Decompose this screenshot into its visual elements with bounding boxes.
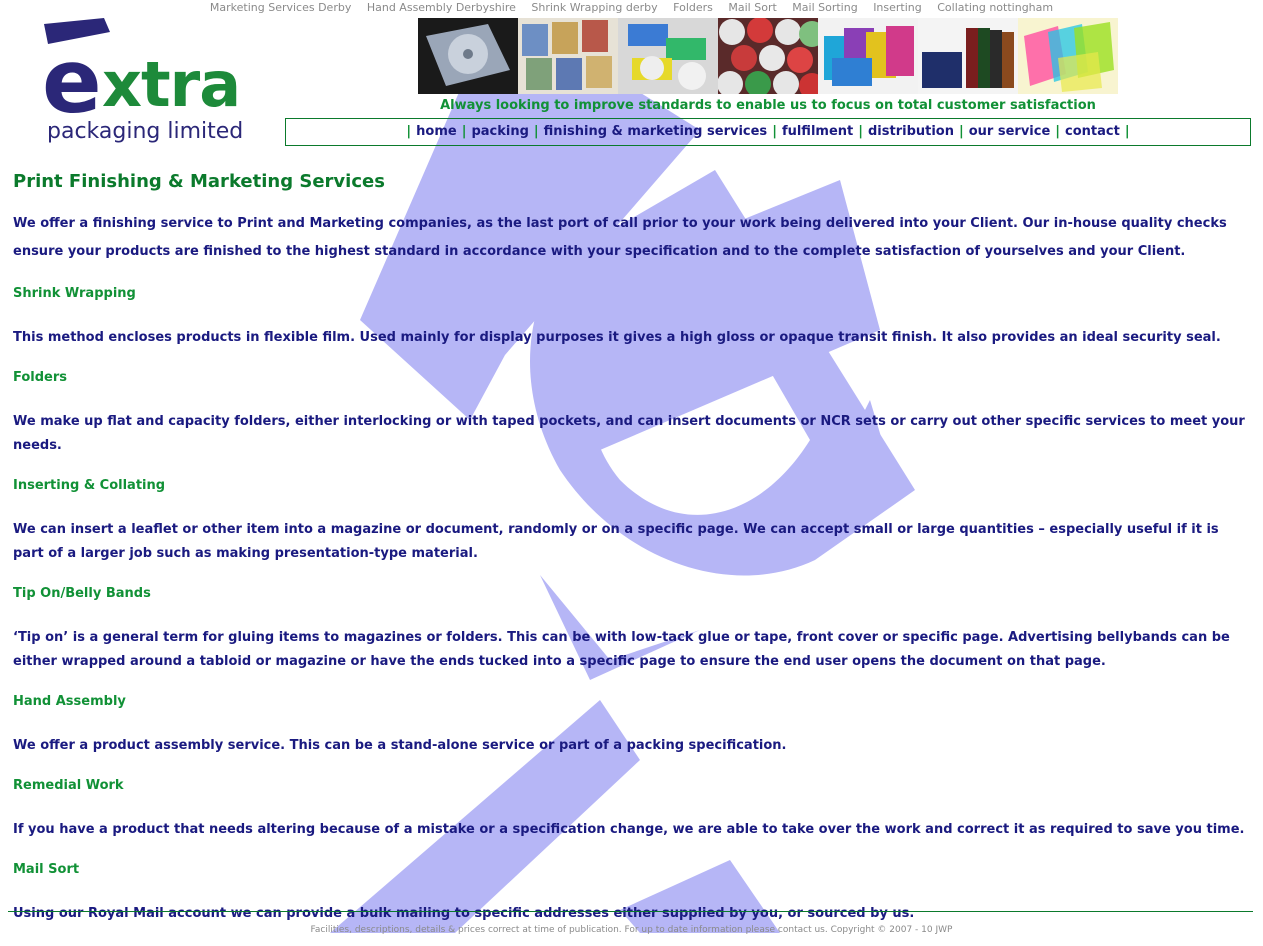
nav-contact[interactable]: contact (1065, 124, 1120, 139)
intro-paragraph: We offer a finishing service to Print an… (13, 216, 1227, 259)
section-heading: Tip On/Belly Bands (13, 586, 151, 601)
section-heading: Inserting & Collating (13, 478, 166, 493)
greeting-cards-icon (518, 18, 618, 94)
top-link[interactable]: Inserting (873, 0, 922, 15)
section-text: We can insert a leaflet or other item in… (13, 522, 1219, 561)
footer-text: Facilities, descriptions, details & pric… (310, 925, 953, 935)
main-content: Print Finishing & Marketing Services We … (13, 170, 1253, 946)
section-text: ‘Tip on’ is a general term for gluing it… (13, 630, 1230, 669)
nav-separator: | (958, 124, 964, 139)
section-heading: Shrink Wrapping (13, 286, 136, 301)
top-link[interactable]: Folders (673, 0, 713, 15)
tagline: Always looking to improve standards to e… (440, 98, 1096, 113)
nav-separator: | (533, 124, 539, 139)
section-text: This method encloses products in flexibl… (13, 330, 1221, 345)
nav-separator: | (461, 124, 467, 139)
nav-separator: | (1055, 124, 1061, 139)
logo-letter: e (42, 30, 102, 133)
nav-finishing-marketing-services[interactable]: finishing & marketing services (544, 124, 768, 139)
logo-subtitle: packaging limited (47, 119, 244, 144)
transparent-cases-icon (1018, 18, 1118, 94)
top-link[interactable]: Mail Sorting (792, 0, 857, 15)
main-navigation: | home | packing | finishing & marketing serv… (285, 118, 1251, 146)
nav-distribution[interactable]: distribution (868, 124, 954, 139)
section-heading: Remedial Work (13, 778, 124, 793)
section-heading: Folders (13, 370, 68, 385)
top-link[interactable]: Shrink Wrapping derby (531, 0, 657, 15)
ring-binders-icon (918, 18, 1018, 94)
cd-case-icon (418, 18, 518, 94)
product-image-strip (418, 18, 1118, 94)
nav-separator: | (858, 124, 863, 139)
label-rolls-icon (618, 18, 718, 94)
nav-home[interactable]: home (416, 124, 457, 139)
top-link[interactable]: Marketing Services Derby (210, 0, 351, 15)
nav-fulfilment[interactable]: fulfilment (782, 124, 853, 139)
nav-separator: | (1124, 124, 1130, 139)
footer-divider (8, 911, 1253, 912)
logo-word: xtra (102, 48, 241, 121)
section-text: We offer a product assembly service. Thi… (13, 738, 787, 753)
top-link[interactable]: Hand Assembly Derbyshire (367, 0, 516, 15)
colored-folders-icon (818, 18, 918, 94)
section-heading: Mail Sort (13, 862, 80, 877)
section-text: If you have a product that needs alterin… (13, 822, 1245, 837)
section-heading: Hand Assembly (13, 694, 126, 709)
nav-separator: | (406, 124, 412, 139)
top-seo-links: Marketing Services Derby Hand Assembly D… (0, 0, 1263, 16)
nav-our-service[interactable]: our service (969, 124, 1051, 139)
wrapped-balls-icon (718, 18, 818, 94)
section-text: Using our Royal Mail account we can prov… (13, 906, 915, 921)
top-link[interactable]: Collating nottingham (937, 0, 1053, 15)
section-text: We make up flat and capacity folders, ei… (13, 414, 1245, 453)
company-logo[interactable]: e xtra packaging limited (42, 18, 246, 150)
top-link[interactable]: Mail Sort (728, 0, 776, 15)
nav-separator: | (772, 124, 777, 139)
page-title: Print Finishing & Marketing Services (13, 171, 385, 192)
nav-packing[interactable]: packing (471, 124, 528, 139)
